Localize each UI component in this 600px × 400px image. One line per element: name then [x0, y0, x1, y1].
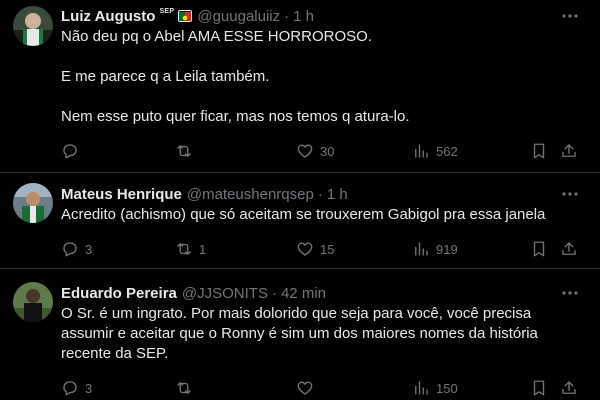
handle[interactable]: @guugaluiiz	[197, 8, 280, 25]
views-button[interactable]: 919	[412, 239, 458, 259]
retweet-button[interactable]: 1	[175, 239, 206, 259]
reply-count: 3	[85, 241, 93, 257]
share-button[interactable]	[560, 239, 578, 259]
tweet-line: Nem esse puto quer ficar, mas nos temos …	[61, 108, 410, 125]
tweet-line: assumir e aceitar que o Ronny é sim um d…	[61, 325, 538, 342]
bookmark-icon	[533, 380, 545, 396]
retweet-count: 1	[199, 241, 207, 257]
like-count: 15	[320, 241, 335, 257]
views-icon	[415, 242, 428, 256]
view-count: 150	[436, 380, 458, 396]
tweet-text: Não deu pq o Abel AMA ESSE HORROROSO. E …	[61, 27, 581, 127]
tweet-line: Acredito (achismo) que só aceitam se tro…	[61, 206, 546, 223]
like-icon	[297, 242, 313, 256]
tweet-line: E me parece q a Leila também.	[61, 68, 270, 85]
timestamp[interactable]: 1 h	[327, 186, 348, 203]
like-count: 30	[320, 143, 335, 159]
like-button[interactable]: 30	[296, 141, 334, 161]
display-name[interactable]: Mateus Henrique	[61, 186, 182, 203]
sep-badge: SEP	[159, 7, 175, 15]
more-icon[interactable]	[560, 184, 580, 204]
views-button[interactable]: 150	[412, 378, 458, 398]
retweet-icon	[177, 145, 191, 157]
bookmark-button[interactable]	[530, 141, 548, 161]
action-bar: 3 1 15 919	[0, 239, 600, 259]
bookmark-icon	[533, 143, 545, 159]
display-name[interactable]: Eduardo Pereira	[61, 285, 177, 302]
bookmark-icon	[533, 241, 545, 257]
separator-dot: ·	[271, 284, 277, 302]
reply-button[interactable]: 3	[61, 239, 92, 259]
view-count: 919	[436, 241, 458, 257]
like-button[interactable]	[296, 378, 320, 398]
tweet-header: Eduardo Pereira @JJSONITS · 42 min	[61, 283, 326, 303]
share-button[interactable]	[560, 141, 578, 161]
view-count: 562	[436, 143, 458, 159]
share-icon	[562, 144, 576, 157]
retweet-icon	[177, 382, 191, 394]
more-icon[interactable]	[560, 6, 580, 26]
avatar[interactable]	[13, 6, 53, 46]
retweet-button[interactable]	[175, 378, 199, 398]
like-icon	[297, 381, 313, 395]
tweet[interactable]: Eduardo Pereira @JJSONITS · 42 min O Sr.…	[0, 268, 600, 400]
retweet-icon	[177, 243, 191, 255]
reply-icon	[63, 144, 77, 159]
avatar[interactable]	[13, 282, 53, 322]
action-bar: 30 562	[0, 141, 600, 161]
tweet[interactable]: Luiz Augusto SEP @guugaluiiz · 1 h Não d…	[0, 0, 600, 173]
action-bar: 3 150	[0, 378, 600, 398]
share-button[interactable]	[560, 378, 578, 398]
timestamp[interactable]: 1 h	[293, 8, 314, 25]
bookmark-button[interactable]	[530, 239, 548, 259]
tweet-text: O Sr. é um ingrato. Por mais dolorido qu…	[61, 304, 581, 364]
more-icon[interactable]	[560, 283, 580, 303]
tweet-line: recente da SEP.	[61, 345, 169, 362]
bookmark-button[interactable]	[530, 378, 548, 398]
avatar[interactable]	[13, 183, 53, 223]
views-icon	[415, 381, 428, 395]
reply-button[interactable]	[61, 141, 85, 161]
timestamp[interactable]: 42 min	[281, 285, 326, 302]
separator-dot: ·	[317, 185, 323, 203]
tweet-header: Luiz Augusto SEP @guugaluiiz · 1 h	[61, 6, 314, 26]
share-icon	[562, 242, 576, 255]
retweet-button[interactable]	[175, 141, 199, 161]
like-button[interactable]: 15	[296, 239, 334, 259]
like-icon	[297, 144, 313, 158]
reply-count: 3	[85, 380, 93, 396]
reply-button[interactable]: 3	[61, 378, 92, 398]
tweet[interactable]: Mateus Henrique @mateushenrqsep · 1 h Ac…	[0, 172, 600, 269]
tweet-line: Não deu pq o Abel AMA ESSE HORROROSO.	[61, 28, 372, 45]
portugal-flag-icon	[178, 10, 193, 22]
handle[interactable]: @JJSONITS	[182, 285, 268, 302]
views-icon	[415, 144, 428, 158]
separator-dot: ·	[284, 7, 290, 25]
handle[interactable]: @mateushenrqsep	[187, 186, 314, 203]
display-name[interactable]: Luiz Augusto	[61, 8, 155, 25]
tweet-text: Acredito (achismo) que só aceitam se tro…	[61, 205, 581, 225]
reply-icon	[63, 242, 77, 257]
tweet-line: O Sr. é um ingrato. Por mais dolorido qu…	[61, 305, 532, 322]
reply-icon	[63, 381, 77, 396]
tweet-header: Mateus Henrique @mateushenrqsep · 1 h	[61, 184, 348, 204]
share-icon	[562, 381, 576, 394]
views-button[interactable]: 562	[412, 141, 458, 161]
